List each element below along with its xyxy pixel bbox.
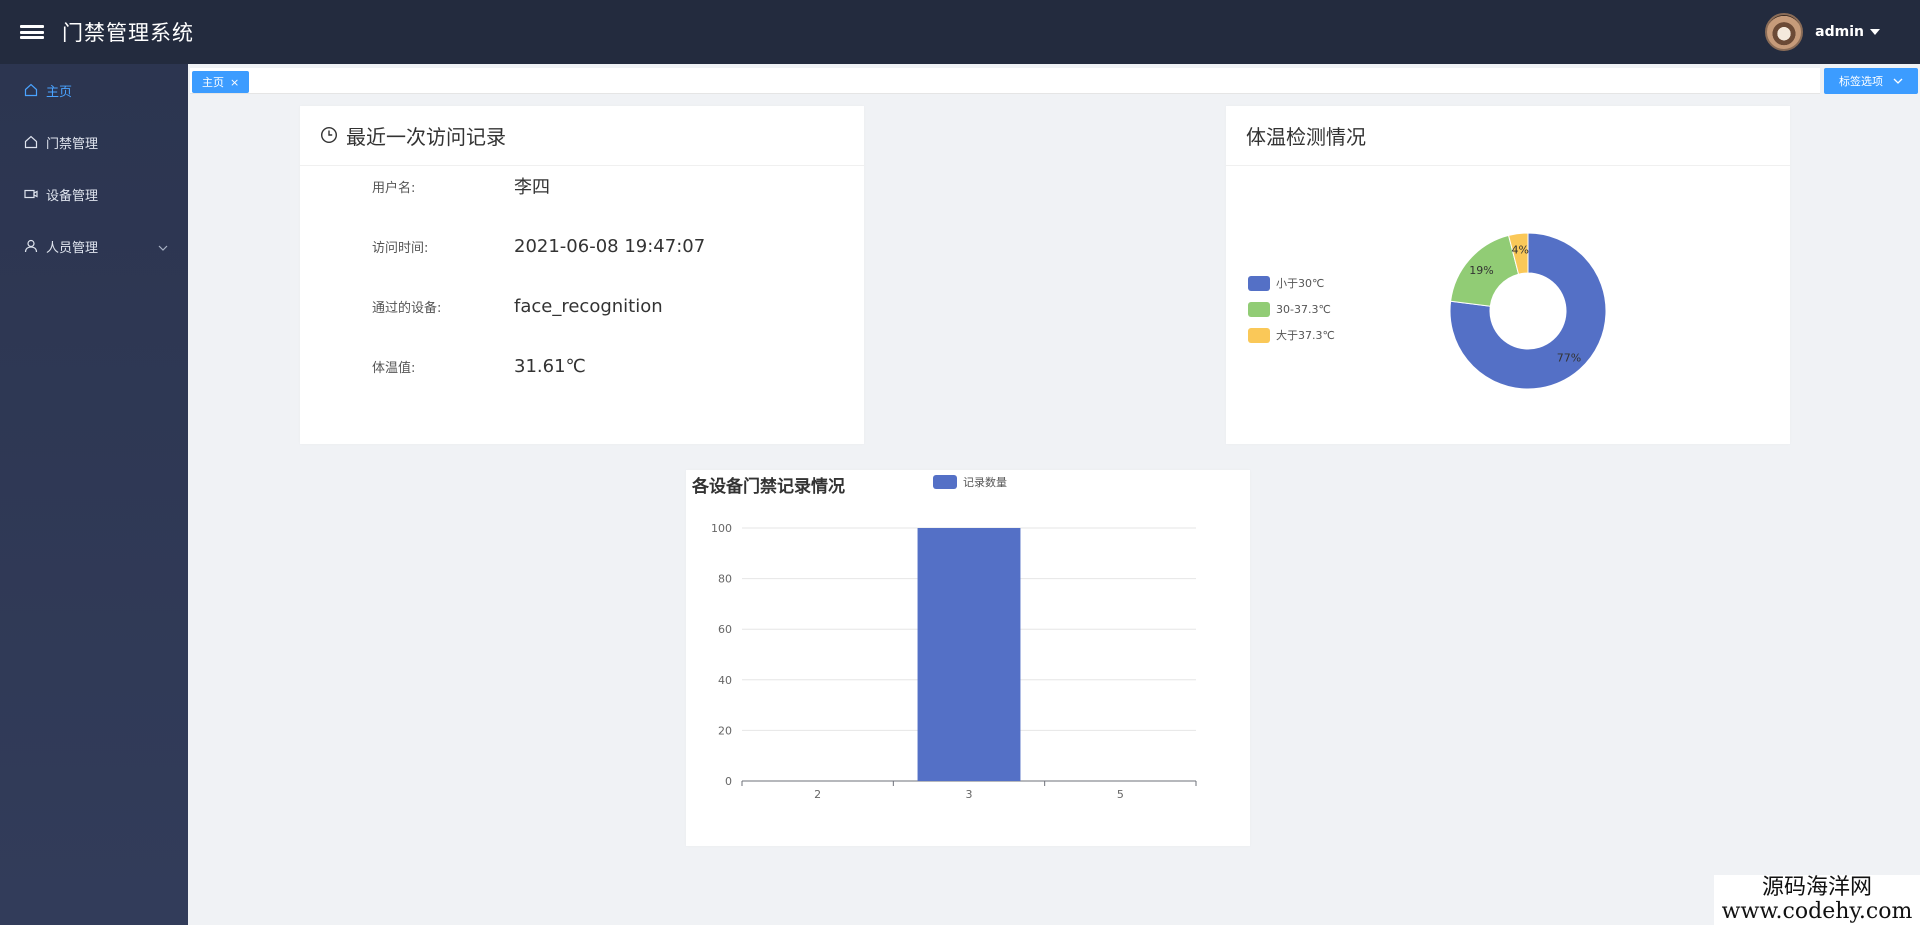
card-header: 最近一次访问记录 [300, 106, 864, 166]
field-username: 用户名: 李四 [372, 168, 550, 204]
x-tick-label: 2 [814, 788, 821, 801]
watermark-line2: www.codehy.com [1721, 899, 1913, 924]
y-tick-label: 0 [725, 775, 732, 788]
field-label: 访问时间: [372, 240, 429, 256]
x-tick-label: 5 [1117, 788, 1124, 801]
field-temperature: 体温值: 31.61℃ [372, 348, 586, 384]
pie-value-label: 4% [1512, 243, 1529, 256]
chevron-down-icon[interactable] [158, 241, 168, 256]
sidebar-item-devices[interactable]: 设备管理 [0, 168, 188, 220]
sidebar-item-personnel[interactable]: 人员管理 [0, 220, 188, 272]
y-tick-label: 40 [718, 674, 732, 687]
pie-value-label: 19% [1469, 264, 1493, 277]
y-tick-label: 80 [718, 573, 732, 586]
field-label: 通过的设备: [372, 300, 442, 316]
field-value: 31.61℃ [514, 355, 586, 377]
sidebar: 主页 门禁管理 设备管理 人员管理 [0, 64, 188, 925]
temperature-card: 体温检测情况 小于30℃ 30-37.3℃ 大于37.3℃ 77% 19% 4% [1226, 106, 1790, 444]
top-bar: 门禁管理系统 admin [0, 0, 1920, 64]
clock-icon [320, 126, 340, 146]
temperature-donut-chart: 77% 19% 4% [1449, 232, 1607, 390]
sidebar-item-label: 主页 [46, 84, 73, 100]
app-title: 门禁管理系统 [62, 21, 194, 45]
sidebar-item-label: 设备管理 [46, 188, 99, 204]
field-value: 2021-06-08 19:47:07 [514, 235, 706, 257]
avatar[interactable] [1765, 13, 1804, 51]
card-header: 体温检测情况 [1226, 106, 1790, 166]
bar[interactable] [917, 528, 1021, 781]
field-device: 通过的设备: face_recognition [372, 288, 663, 324]
last-visit-card: 最近一次访问记录 用户名: 李四 访问时间: 2021-06-08 19:47:… [300, 106, 864, 444]
caret-down-icon[interactable] [1870, 29, 1880, 35]
field-value: face_recognition [514, 295, 663, 317]
tag-bar: 主页 × 标签选项 [188, 64, 1920, 94]
device-records-card: 各设备门禁记录情况 记录数量 0 20 40 60 80 100 2 3 5 [686, 470, 1250, 846]
close-icon[interactable]: × [230, 76, 239, 89]
user-icon [22, 237, 40, 255]
tab-home-label: 主页 [202, 76, 224, 89]
y-tick-label: 60 [718, 623, 732, 636]
field-label: 体温值: [372, 360, 416, 376]
x-tick-label: 3 [966, 788, 973, 801]
field-visit-time: 访问时间: 2021-06-08 19:47:07 [372, 228, 705, 264]
device-records-bar-chart: 0 20 40 60 80 100 2 3 5 [711, 522, 1197, 801]
camera-icon [22, 185, 40, 203]
y-tick-label: 20 [718, 724, 732, 737]
sidebar-item-label: 人员管理 [46, 240, 99, 256]
field-value: 李四 [514, 177, 550, 198]
home-icon [22, 133, 40, 151]
y-tick-label: 100 [711, 522, 732, 535]
tab-home[interactable]: 主页 × [192, 71, 250, 93]
card-title: 最近一次访问记录 [346, 125, 506, 149]
chevron-down-icon [1893, 78, 1903, 84]
tag-options-label: 标签选项 [1839, 75, 1883, 88]
tag-options-button[interactable]: 标签选项 [1824, 68, 1918, 94]
menu-toggle-icon[interactable] [20, 22, 44, 42]
field-label: 用户名: [372, 180, 416, 196]
tag-strip: 主页 × [190, 68, 1820, 94]
sidebar-item-label: 门禁管理 [46, 136, 99, 152]
pie-value-label: 77% [1557, 352, 1581, 365]
user-name[interactable]: admin [1815, 24, 1864, 40]
card-title: 体温检测情况 [1246, 125, 1366, 149]
watermark-line1: 源码海洋网 [1761, 875, 1872, 900]
home-icon [22, 81, 40, 99]
user-menu[interactable]: admin [1765, 0, 1880, 64]
watermark: 源码海洋网 www.codehy.com [1714, 875, 1920, 925]
sidebar-item-home[interactable]: 主页 [0, 64, 188, 116]
sidebar-item-access-control[interactable]: 门禁管理 [0, 116, 188, 168]
